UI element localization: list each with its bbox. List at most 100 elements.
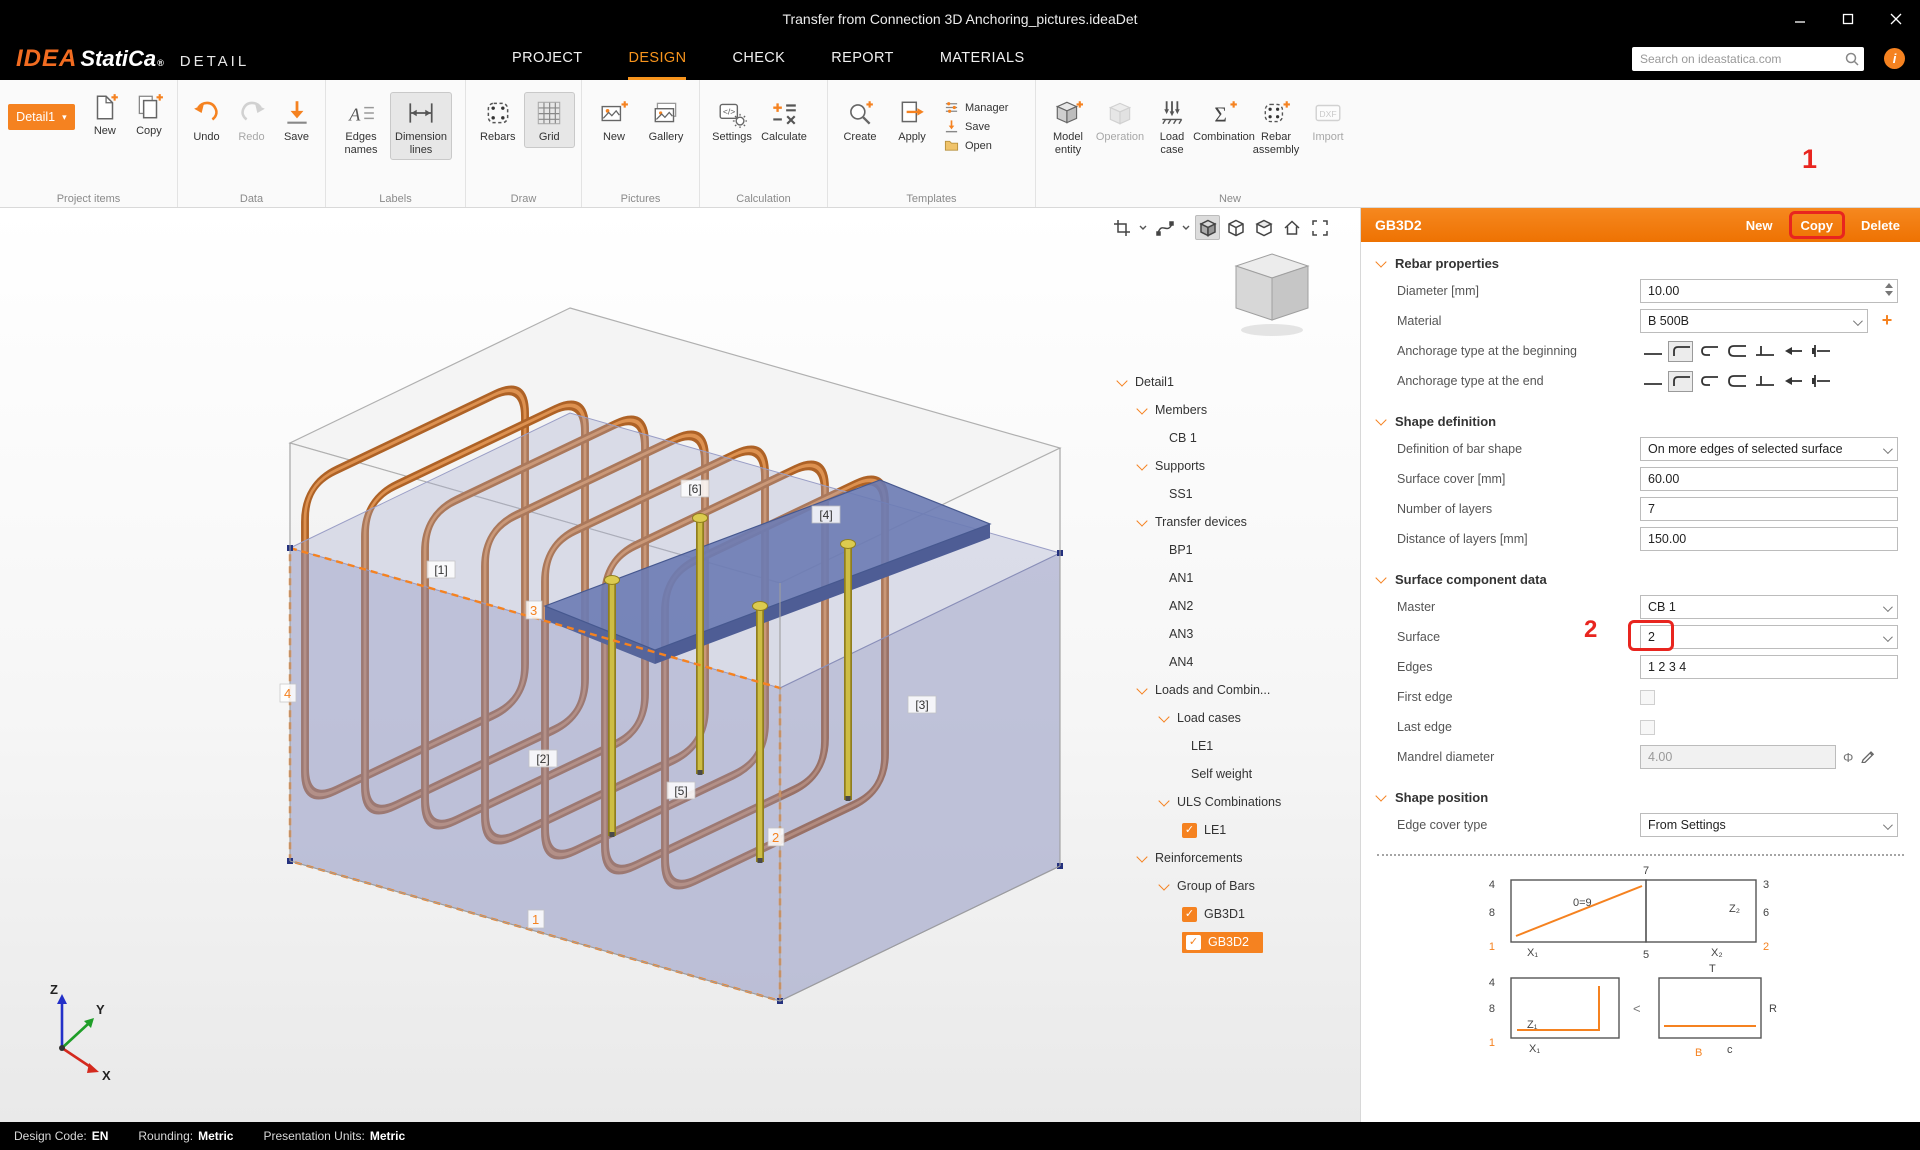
tree-item-le1[interactable]: LE1 [1112, 732, 1360, 760]
tree-item-ss1[interactable]: SS1 [1112, 480, 1360, 508]
tree-item-bp1[interactable]: BP1 [1112, 536, 1360, 564]
template-create-button[interactable]: Create [834, 92, 886, 148]
anchorage-wedge-icon[interactable] [1780, 371, 1805, 392]
tree-item-an1[interactable]: AN1 [1112, 564, 1360, 592]
calculate-button[interactable]: Calculate [758, 92, 810, 148]
tree-item-an3[interactable]: AN3 [1112, 620, 1360, 648]
anchorage-hook-135-icon[interactable] [1696, 371, 1721, 392]
anchorage-head-plate-icon[interactable] [1808, 341, 1833, 362]
first-edge-checkbox[interactable] [1640, 690, 1655, 705]
anchorage-straight-icon[interactable] [1640, 371, 1665, 392]
calculation-settings-button[interactable]: </> Settings [706, 92, 758, 148]
surface-select[interactable]: 2 [1640, 625, 1898, 649]
tree-item-cb1[interactable]: CB 1 [1112, 424, 1360, 452]
load-case-button[interactable]: Load case [1146, 92, 1198, 160]
info-icon[interactable] [1884, 48, 1905, 69]
template-save-button[interactable]: Save [944, 119, 1008, 134]
bar-shape-select[interactable]: On more edges of selected surface [1640, 437, 1898, 461]
maximize-icon[interactable] [1824, 0, 1872, 38]
zoom-fit-icon[interactable] [1307, 215, 1332, 240]
picture-new-button[interactable]: New [588, 92, 640, 148]
tree-item-uls-le1[interactable]: LE1 [1112, 816, 1360, 844]
dxf-import-button[interactable]: DXF Import [1302, 92, 1354, 148]
anchorage-hook-90-icon[interactable] [1668, 341, 1693, 362]
home-icon[interactable] [1279, 215, 1304, 240]
checkbox-icon[interactable] [1186, 935, 1201, 950]
section-view-icon[interactable] [1251, 215, 1276, 240]
spinner-icon[interactable] [1885, 283, 1893, 296]
search-icon[interactable] [1844, 51, 1860, 67]
detail1-dropdown[interactable]: Detail1▾ [8, 104, 75, 130]
copy-project-item-button[interactable]: Copy [127, 86, 171, 142]
chevron-down-icon[interactable] [1137, 215, 1149, 240]
spline-icon[interactable] [1152, 215, 1177, 240]
3d-viewport[interactable]: 3 4 2 1 [1] [2] [3] [4] [5] [6] [0, 208, 1360, 1122]
tree-item-group-of-bars[interactable]: Group of Bars [1112, 872, 1360, 900]
close-icon[interactable] [1872, 0, 1920, 38]
section-surface-component-data[interactable]: Surface component data [1361, 566, 1920, 592]
anchorage-hook-90-icon[interactable] [1668, 371, 1693, 392]
tree-item-uls-combinations[interactable]: ULS Combinations [1112, 788, 1360, 816]
tree-item-self-weight[interactable]: Self weight [1112, 760, 1360, 788]
panel-new-button[interactable]: New [1746, 218, 1773, 233]
tree-item-reinforcements[interactable]: Reinforcements [1112, 844, 1360, 872]
nav-cube[interactable] [1226, 246, 1318, 338]
rebars-button[interactable]: Rebars [472, 92, 524, 148]
material-select[interactable]: B 500B [1640, 309, 1868, 333]
redo-button[interactable]: Redo [229, 92, 274, 148]
anchorage-hook-180-icon[interactable] [1724, 341, 1749, 362]
tree-item-detail1[interactable]: Detail1 [1112, 368, 1360, 396]
tree-item-transfer-devices[interactable]: Transfer devices [1112, 508, 1360, 536]
tree-item-supports[interactable]: Supports [1112, 452, 1360, 480]
model-entity-button[interactable]: Model entity [1042, 92, 1094, 160]
number-of-layers-input[interactable] [1640, 497, 1898, 521]
crop-icon[interactable] [1109, 215, 1134, 240]
template-apply-button[interactable]: Apply [886, 92, 938, 148]
mandrel-diameter-input[interactable] [1640, 745, 1836, 769]
new-project-item-button[interactable]: New [83, 86, 127, 142]
edges-names-button[interactable]: A Edges names [332, 92, 390, 160]
section-rebar-properties[interactable]: Rebar properties [1361, 250, 1920, 276]
solid-view-icon[interactable] [1195, 215, 1220, 240]
diameter-input[interactable] [1640, 279, 1898, 303]
add-material-button[interactable]: + [1877, 311, 1897, 331]
t 8ab-report[interactable]: REPORT [831, 38, 894, 80]
combination-button[interactable]: Σ Combination [1198, 92, 1250, 148]
dimension-lines-button[interactable]: Dimension lines [390, 92, 452, 160]
tree-item-gb3d1[interactable]: GB3D1 [1112, 900, 1360, 928]
grid-button[interactable]: Grid [524, 92, 576, 148]
tab-project[interactable]: PROJECT [512, 38, 582, 80]
tree-item-an4[interactable]: AN4 [1112, 648, 1360, 676]
checkbox-icon[interactable] [1182, 907, 1197, 922]
layer-distance-input[interactable] [1640, 527, 1898, 551]
checkbox-icon[interactable] [1182, 823, 1197, 838]
undo-button[interactable]: Undo [184, 92, 229, 148]
anchorage-head-plate-icon[interactable] [1808, 371, 1833, 392]
rebar-assembly-button[interactable]: Rebar assembly [1250, 92, 1302, 160]
pencil-icon[interactable] [1860, 747, 1876, 768]
anchorage-straight-icon[interactable] [1640, 341, 1665, 362]
anchorage-leg-icon[interactable] [1752, 371, 1777, 392]
anchorage-hook-135-icon[interactable] [1696, 341, 1721, 362]
chevron-down-icon[interactable] [1180, 215, 1192, 240]
tab-materials[interactable]: MATERIALS [940, 38, 1025, 80]
operation-button[interactable]: Operation [1094, 92, 1146, 148]
anchorage-hook-180-icon[interactable] [1724, 371, 1749, 392]
wireframe-view-icon[interactable] [1223, 215, 1248, 240]
tab-design[interactable]: DESIGN [628, 38, 686, 80]
tree-item-gb3d2[interactable]: GB3D2 [1112, 928, 1360, 956]
master-select[interactable]: CB 1 [1640, 595, 1898, 619]
section-shape-position[interactable]: Shape position [1361, 784, 1920, 810]
anchorage-leg-icon[interactable] [1752, 341, 1777, 362]
save-button[interactable]: Save [274, 92, 319, 148]
tree-item-members[interactable]: Members [1112, 396, 1360, 424]
template-manager-button[interactable]: Manager [944, 100, 1008, 115]
search-input[interactable] [1640, 52, 1844, 66]
panel-delete-button[interactable]: Delete [1861, 218, 1900, 233]
last-edge-checkbox[interactable] [1640, 720, 1655, 735]
tab-check[interactable]: CHECK [732, 38, 785, 80]
edges-input[interactable] [1640, 655, 1898, 679]
section-shape-definition[interactable]: Shape definition [1361, 408, 1920, 434]
anchorage-wedge-icon[interactable] [1780, 341, 1805, 362]
edge-cover-type-select[interactable]: From Settings [1640, 813, 1898, 837]
